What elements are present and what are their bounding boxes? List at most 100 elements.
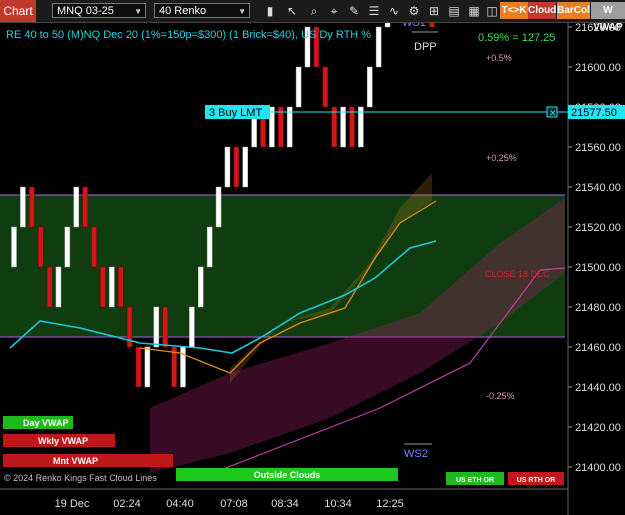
x-tick-label: 08:34 <box>271 498 299 510</box>
pointer-icon[interactable]: ↖ <box>284 3 300 19</box>
renko-brick <box>144 346 151 388</box>
pct-summary: 0.59% = 127.25 <box>478 32 555 44</box>
zoom-icon[interactable]: ⌕ <box>306 3 322 19</box>
bars-icon[interactable]: ▮ <box>262 3 278 19</box>
bar-type-selector[interactable]: 40 Renko ▼ <box>154 3 250 18</box>
renko-brick <box>64 226 71 268</box>
y-tick-label: 21460.00 <box>575 342 621 354</box>
overlay-label: US RTH OR <box>517 477 556 484</box>
renko-brick <box>278 106 284 148</box>
renko-brick <box>20 186 26 228</box>
properties-icon[interactable]: ▦ <box>466 3 482 19</box>
strategy-icon[interactable]: ⚙ <box>406 3 422 19</box>
renko-brick <box>269 106 275 148</box>
tk-toggle-button[interactable]: T<>K <box>500 2 528 19</box>
renko-brick <box>331 106 337 148</box>
renko-brick <box>117 266 124 308</box>
pct-level-label: +0.25% <box>486 153 517 163</box>
renko-brick <box>206 226 213 268</box>
renko-brick <box>198 266 204 308</box>
draw-icon[interactable]: ✎ <box>346 3 362 19</box>
x-tick-label: 10:34 <box>324 498 352 510</box>
instrument-selector[interactable]: MNQ 03-25 ▼ <box>52 3 146 18</box>
overlay-label: Mnt VWAP <box>53 456 98 466</box>
barcol-toggle-button[interactable]: BarCol <box>557 2 590 19</box>
pct-level-label: CLOSE 18 DEC <box>485 269 550 279</box>
overlay-label: Wkly VWAP <box>38 436 88 446</box>
renko-brick <box>215 186 222 228</box>
x-tick-label: 12:25 <box>376 498 404 510</box>
chart-window: Chart MNQ 03-25 ▼ 40 Renko ▼ ▮ ↖ ⌕ ⌖ ✎ ☰ ∿… <box>0 0 625 515</box>
renko-brick <box>224 146 231 188</box>
y-tick-label: 21540.00 <box>575 182 621 194</box>
pct-level-label: -0.25% <box>486 391 515 401</box>
link-icon[interactable]: ◫ <box>484 3 500 19</box>
order-price-label: 21577.50 <box>571 107 617 119</box>
x-tick-label: 19 Dec <box>55 498 90 510</box>
y-tick-label: 21520.00 <box>575 222 621 234</box>
chart-tab[interactable]: Chart <box>0 0 36 22</box>
y-tick-label: 21400.00 <box>575 462 621 474</box>
y-tick-label: 21560.00 <box>575 142 621 154</box>
cursor-icon[interactable]: ⌖ <box>326 3 342 19</box>
renko-brick <box>384 23 391 28</box>
renko-brick <box>162 306 168 348</box>
overlay-label: Outside Clouds <box>254 470 321 480</box>
x-tick-label: 02:24 <box>113 498 141 510</box>
overlay-label: US ETH OR <box>456 477 494 484</box>
ws2-label: WS2 <box>404 448 428 460</box>
dpp-label: DPP <box>414 41 437 53</box>
copyright-text: © 2024 Renko Kings Fast Cloud Lines <box>4 473 157 483</box>
bar-type-value: 40 Renko <box>159 5 207 17</box>
renko-brick <box>340 106 346 148</box>
renko-brick <box>189 306 195 348</box>
order-label: 3 Buy LMT <box>209 107 262 119</box>
template-icon[interactable]: ☰ <box>366 3 382 19</box>
chart-title: RE 40 to 50 (M)NQ Dec 20 (1%=150p=$300) … <box>6 29 371 41</box>
chart-trader-icon[interactable]: ▤ <box>446 3 462 19</box>
x-tick-label: 07:08 <box>220 498 248 510</box>
renko-brick <box>375 26 382 68</box>
pct-level-label: +0.5% <box>486 53 512 63</box>
wvwap-toggle-button[interactable]: W VWAP <box>591 2 625 33</box>
renko-brick <box>429 23 435 28</box>
price-chart[interactable]: 21400.00 21420.00 21440.00 21460.00 21480.00… <box>0 23 625 515</box>
x-tick-label: 04:40 <box>166 498 194 510</box>
renko-brick <box>91 226 97 268</box>
renko-brick <box>135 346 142 388</box>
y-tick-label: 21440.00 <box>575 382 621 394</box>
renko-brick <box>100 266 106 308</box>
renko-brick <box>29 186 35 228</box>
renko-brick <box>242 146 248 188</box>
ws1-label: WS1 <box>402 23 426 29</box>
renko-brick <box>55 266 62 308</box>
close-icon: ✕ <box>549 108 557 118</box>
renko-brick <box>46 266 53 308</box>
renko-brick <box>73 186 80 228</box>
y-tick-label: 21600.00 <box>575 62 621 74</box>
renko-brick <box>109 266 115 308</box>
renko-brick <box>322 66 329 108</box>
y-tick-label: 21480.00 <box>575 302 621 314</box>
renko-brick <box>82 186 88 228</box>
indicators-icon[interactable]: ∿ <box>386 3 402 19</box>
chevron-down-icon: ▼ <box>134 7 142 16</box>
renko-brick <box>366 66 373 108</box>
renko-brick <box>349 106 355 148</box>
instrument-value: MNQ 03-25 <box>57 5 114 17</box>
y-tick-label: 21500.00 <box>575 262 621 274</box>
order-icon[interactable]: ⊞ <box>426 3 442 19</box>
renko-brick <box>11 226 17 268</box>
chevron-down-icon: ▼ <box>238 7 246 16</box>
renko-brick <box>37 226 44 268</box>
overlay-label: Day VWAP <box>23 418 69 428</box>
renko-brick <box>153 306 160 348</box>
renko-brick <box>358 106 364 148</box>
renko-brick <box>233 146 240 188</box>
renko-brick <box>295 66 302 108</box>
y-tick-label: 21620.00 <box>575 23 621 34</box>
toolbar: Chart MNQ 03-25 ▼ 40 Renko ▼ ▮ ↖ ⌕ ⌖ ✎ ☰ ∿… <box>0 0 625 33</box>
renko-brick <box>286 106 293 148</box>
y-tick-label: 21420.00 <box>575 422 621 434</box>
cloud-toggle-button[interactable]: Cloud <box>528 2 556 19</box>
